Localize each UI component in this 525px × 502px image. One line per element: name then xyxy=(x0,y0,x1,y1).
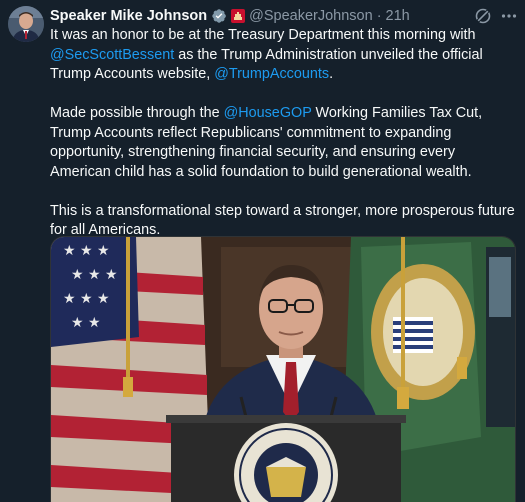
tweet-paragraph-2: Made possible through the @HouseGOP Work… xyxy=(50,104,518,182)
grok-icon[interactable] xyxy=(474,7,492,25)
tweet-paragraph-3: This is a transformational step toward a… xyxy=(50,202,515,239)
svg-text:★ ★ ★: ★ ★ ★ xyxy=(71,267,118,283)
timestamp[interactable]: 21h xyxy=(386,8,410,24)
mention-secscottbessent[interactable]: @SecScottBessent xyxy=(50,47,174,63)
author-handle[interactable]: @SpeakerJohnson xyxy=(249,8,373,24)
mention-housegop[interactable]: @HouseGOP xyxy=(224,105,312,121)
tweet-paragraph-1: It was an honor to be at the Treasury De… xyxy=(50,26,518,85)
tweet: Speaker Mike Johnson @SpeakerJohnson · 2… xyxy=(0,0,525,502)
tweet-media-photo[interactable]: ★ ★ ★ ★ ★ ★ ★ ★ ★ ★ ★ xyxy=(50,236,516,502)
more-icon[interactable] xyxy=(500,7,518,25)
text-segment: Made possible through the xyxy=(50,105,224,121)
tweet-header: Speaker Mike Johnson @SpeakerJohnson · 2… xyxy=(50,6,410,26)
verified-badge-icon xyxy=(211,8,227,24)
author-name[interactable]: Speaker Mike Johnson xyxy=(50,8,207,24)
svg-text:★ ★ ★: ★ ★ ★ xyxy=(63,291,110,307)
podium xyxy=(166,415,406,502)
mention-trumpaccounts[interactable]: @TrumpAccounts xyxy=(214,66,329,82)
house-affiliate-badge-icon[interactable] xyxy=(231,9,246,23)
svg-text:★ ★: ★ ★ xyxy=(71,315,101,331)
text-segment: . xyxy=(329,66,334,82)
avatar[interactable] xyxy=(8,6,44,42)
text-segment: It was an honor to be at the Treasury De… xyxy=(50,27,476,43)
separator: · xyxy=(376,8,382,24)
svg-text:★ ★ ★: ★ ★ ★ xyxy=(63,243,110,259)
tweet-text: It was an honor to be at the Treasury De… xyxy=(50,26,518,260)
